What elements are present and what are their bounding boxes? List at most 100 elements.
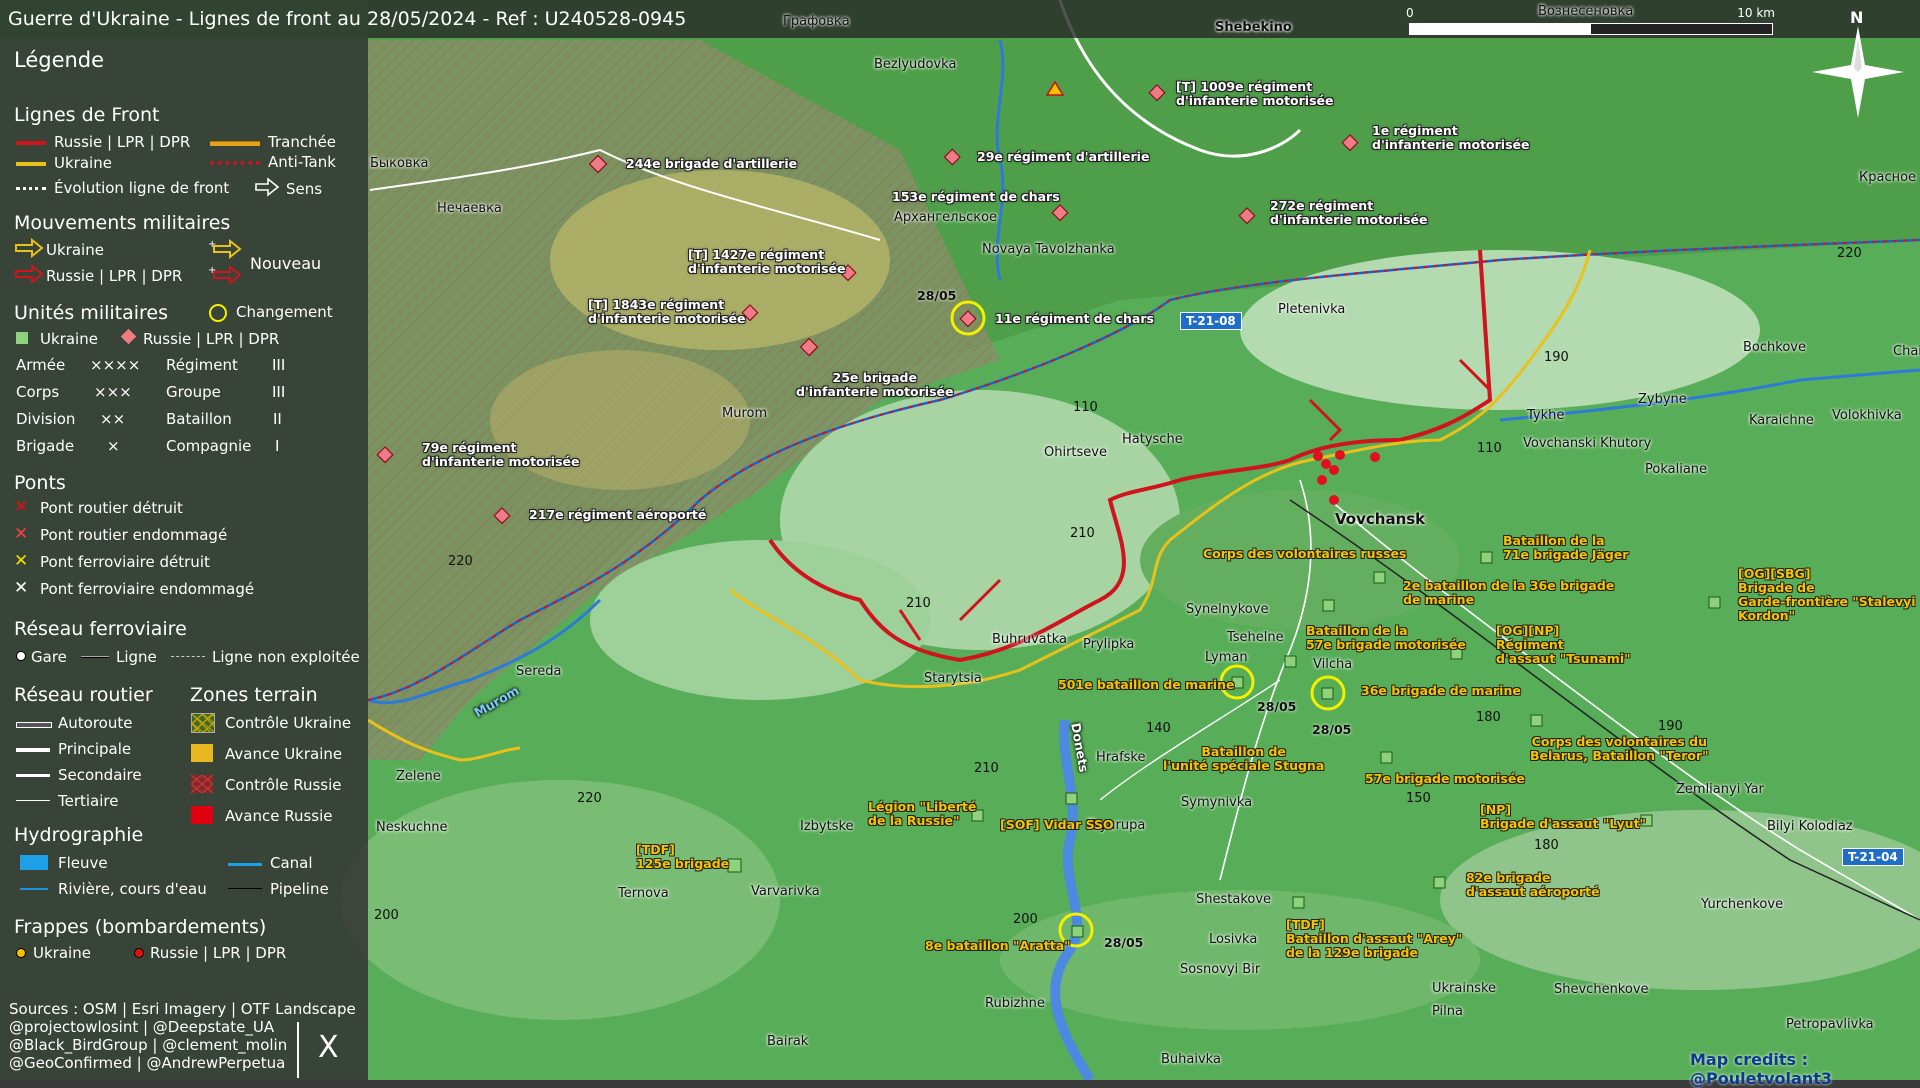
ukraine-unit-square-icon bbox=[16, 332, 28, 344]
legend-hydro-river: Fleuve bbox=[58, 854, 108, 872]
legend-hydro-heading: Hydrographie bbox=[14, 824, 144, 846]
rail-bridge-damaged-icon: ✕ bbox=[14, 578, 29, 598]
town-losivka: Losivka bbox=[1209, 932, 1258, 947]
town-prylipka: Prylipka bbox=[1083, 637, 1135, 652]
legend-strike-russia: Russie | LPR | DPR bbox=[150, 944, 287, 962]
x-logo-icon[interactable]: X bbox=[318, 1030, 339, 1065]
town-sereda: Sereda bbox=[516, 664, 562, 679]
legend-bridge-item: Pont routier endommagé bbox=[40, 526, 228, 544]
legend-road-item: Autoroute bbox=[58, 714, 133, 732]
russian-unit-label[interactable]: 153e régiment de chars bbox=[892, 190, 1060, 204]
town-buhaivka: Buhaivka bbox=[1161, 1052, 1221, 1067]
town-symynivka: Symynivka bbox=[1181, 795, 1253, 810]
town-murom: Murom bbox=[722, 406, 768, 421]
change-circle-icon bbox=[209, 304, 227, 322]
russia-advance-swatch bbox=[191, 806, 213, 824]
ukrainian-unit-label[interactable]: 82e brigade d'assaut aéroporté bbox=[1466, 871, 1600, 899]
town-buhruvatka: Buhruvatka bbox=[992, 632, 1068, 647]
ukrainian-unit-label[interactable]: Bataillon de la 71e brigade Jäger bbox=[1503, 534, 1628, 562]
legend-zone-item: Contrôle Russie bbox=[225, 776, 342, 794]
russian-unit-label[interactable]: [T] 1427e régiment d'infanterie motorisé… bbox=[688, 248, 845, 276]
ukrainian-unit-label[interactable]: Bataillon de l'unité spéciale Stugna bbox=[1163, 745, 1324, 773]
town-hatysche: Hatysche bbox=[1122, 432, 1183, 447]
secondary-road-swatch bbox=[16, 774, 50, 777]
ukraine-advance-swatch bbox=[191, 744, 213, 762]
legend-units-change: Changement bbox=[236, 303, 333, 321]
unit-row-label: Armée bbox=[16, 356, 66, 374]
north-arrow-icon: N bbox=[1810, 8, 1906, 120]
town-pletenivka: Pletenivka bbox=[1278, 302, 1346, 317]
ukrainian-unit-label[interactable]: 57e brigade motorisée bbox=[1365, 772, 1525, 786]
town-hrafske: Hrafske bbox=[1096, 750, 1146, 765]
ukrainian-unit-label[interactable]: 8e bataillon "Aratta" bbox=[925, 939, 1071, 953]
date-label: 28/05 bbox=[1257, 699, 1297, 714]
main-road-swatch bbox=[16, 748, 50, 752]
highway-swatch bbox=[16, 722, 52, 728]
map-title: Guerre d'Ukraine - Lignes de front au 28… bbox=[8, 8, 687, 30]
date-label: 28/05 bbox=[917, 288, 957, 303]
altitude-label: 110 bbox=[1073, 400, 1098, 415]
town-vovchansk: Vovchansk bbox=[1335, 510, 1426, 528]
russian-unit-label[interactable]: 29e régiment d'artillerie bbox=[977, 150, 1149, 164]
legend-strike-ukraine: Ukraine bbox=[33, 944, 91, 962]
town-lyman: Lyman bbox=[1205, 650, 1248, 665]
legend-front-evolution: Évolution ligne de front bbox=[54, 179, 230, 197]
town-nechaevka: Нечаевка bbox=[437, 201, 502, 216]
legend-road-item: Tertiaire bbox=[58, 792, 119, 810]
ukrainian-unit-label[interactable]: Bataillon de la 57e brigade motorisée bbox=[1306, 624, 1466, 652]
evolution-line-swatch bbox=[16, 187, 46, 190]
trench-swatch bbox=[210, 141, 260, 146]
ukraine-strike-icon bbox=[16, 948, 26, 958]
unused-rail-swatch bbox=[171, 656, 205, 657]
town-karaichne: Karaichne bbox=[1749, 413, 1814, 428]
legend-units-russia: Russie | LPR | DPR bbox=[143, 330, 280, 348]
ukrainian-unit-label[interactable]: Légion "Liberté de la Russie" bbox=[868, 800, 976, 828]
russian-unit-label[interactable]: 217e régiment aéroporté bbox=[529, 508, 706, 522]
road-bridge-damaged-icon: ✕ bbox=[14, 524, 29, 544]
unit-row-symbol: I bbox=[275, 437, 280, 455]
legend-front-russia: Russie | LPR | DPR bbox=[54, 133, 191, 151]
ukrainian-unit-label[interactable]: Corps des volontaires russes bbox=[1203, 547, 1406, 561]
russia-strike-icon bbox=[134, 948, 144, 958]
town-zybyne: Zybyne bbox=[1638, 392, 1687, 407]
russian-unit-label[interactable]: 11e régiment de chars bbox=[995, 312, 1154, 326]
sources-divider bbox=[297, 1022, 299, 1078]
ukrainian-unit-label[interactable]: [SOF] Vidar SSO bbox=[1000, 818, 1114, 832]
town-zemlianyi-yar: Zemlianyi Yar bbox=[1676, 782, 1764, 797]
ukrainian-unit-label[interactable]: 501e bataillon de marine bbox=[1058, 678, 1234, 692]
ukrainian-unit-label[interactable]: [NP] Brigade d'assaut "Lyut" bbox=[1480, 803, 1646, 831]
town-vilcha: Vilcha bbox=[1313, 657, 1353, 672]
unit-row-label: Division bbox=[16, 410, 76, 428]
ukrainian-unit-label[interactable]: 2e bataillon de la 36e brigade de marine bbox=[1403, 579, 1614, 607]
town-grafovka: Графовка bbox=[783, 14, 850, 29]
ukraine-move-arrow-icon bbox=[14, 237, 44, 259]
unit-row-symbol: ×× bbox=[100, 410, 126, 428]
legend-rail-heading: Réseau ferroviaire bbox=[14, 618, 187, 640]
unit-row-label: Groupe bbox=[166, 383, 221, 401]
russian-unit-label[interactable]: 1e régiment d'infanterie motorisée bbox=[1372, 124, 1529, 152]
legend-rail-line: Ligne bbox=[116, 648, 157, 666]
legend-zone-item: Avance Russie bbox=[225, 807, 333, 825]
town-bairak: Bairak bbox=[767, 1034, 809, 1049]
legend-rail-station: Gare bbox=[31, 648, 67, 666]
legend-road-item: Principale bbox=[58, 740, 132, 758]
ukrainian-unit-label[interactable]: [OG][NP] Régiment d'assaut "Tsunami" bbox=[1496, 624, 1631, 666]
legend-units-heading: Unités militaires bbox=[14, 302, 169, 324]
town-ternova: Ternova bbox=[618, 886, 669, 901]
russian-unit-label[interactable]: [T] 1843e régiment d'infanterie motorisé… bbox=[588, 298, 745, 326]
ukrainian-unit-label[interactable]: Corps des volontaires du Belarus, Batail… bbox=[1530, 735, 1709, 763]
ukrainian-unit-label[interactable]: [OG][SBG] Brigade de Garde-frontière "St… bbox=[1738, 567, 1916, 623]
russian-unit-label[interactable]: 272e régiment d'infanterie motorisée bbox=[1270, 199, 1427, 227]
town-yurchenkove: Yurchenkove bbox=[1701, 897, 1784, 912]
town-bilyi-kolodiaz: Bilyi Kolodiaz bbox=[1767, 819, 1853, 834]
russian-unit-label[interactable]: 79e régiment d'infanterie motorisée bbox=[422, 441, 579, 469]
russian-unit-label[interactable]: 244e brigade d'artillerie bbox=[626, 157, 797, 171]
unit-row-label: Bataillon bbox=[166, 410, 232, 428]
legend-front-trench: Tranchée bbox=[268, 133, 337, 151]
ukrainian-unit-label[interactable]: 36e brigade de marine bbox=[1361, 684, 1521, 698]
legend-bridge-item: Pont ferroviaire endommagé bbox=[40, 580, 255, 598]
ukrainian-unit-label[interactable]: [TDF] Bataillon d'assaut "Arey" de la 12… bbox=[1286, 918, 1462, 960]
russian-unit-label[interactable]: 25e brigade d'infanterie motorisée bbox=[796, 371, 953, 399]
russian-unit-label[interactable]: [T] 1009e régiment d'infanterie motorisé… bbox=[1176, 80, 1333, 108]
ukrainian-unit-label[interactable]: [TDF] 125e brigade bbox=[636, 843, 729, 871]
